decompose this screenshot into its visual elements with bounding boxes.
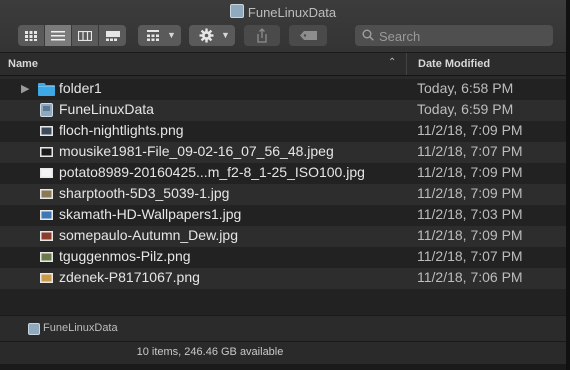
image-thumbnail-icon (40, 273, 53, 283)
list-item[interactable]: potato8989-20160425...m_f2-8_1-25_ISO100… (0, 163, 566, 184)
column-header: Name ⌃ Date Modified (0, 53, 566, 76)
file-date: 11/2/18, 7:09 PM (417, 122, 523, 138)
file-name: potato8989-20160425...m_f2-8_1-25_ISO100… (59, 164, 365, 180)
group-grid-icon (147, 30, 159, 41)
disclosure-triangle-icon[interactable]: ▶ (21, 82, 29, 95)
image-thumbnail-icon (40, 147, 53, 157)
file-date: 11/2/18, 7:07 PM (417, 143, 523, 159)
chevron-down-icon: ▼ (221, 30, 230, 40)
share-button[interactable] (244, 25, 280, 46)
file-date: 11/2/18, 7:07 PM (417, 248, 523, 264)
file-name: sharptooth-5D3_5039-1.jpg (59, 185, 230, 201)
image-thumbnail-icon (40, 210, 53, 220)
titlebar: FuneLinuxData ▼ ▼ Search (0, 0, 566, 53)
column-view-icon (78, 30, 92, 41)
file-name: floch-nightlights.png (59, 122, 184, 138)
status-bar: 10 items, 246.46 GB available (0, 342, 566, 362)
file-date: 11/2/18, 7:06 PM (417, 269, 523, 285)
share-icon (257, 28, 267, 43)
disk-image-icon (28, 323, 40, 335)
file-date: 11/2/18, 7:09 PM (417, 227, 523, 243)
file-name: FuneLinuxData (59, 101, 154, 117)
search-input[interactable] (377, 26, 551, 47)
path-bar-item[interactable]: FuneLinuxData (43, 322, 118, 334)
list-item[interactable]: ▶ folder1 Today, 6:58 PM (0, 79, 566, 100)
list-item[interactable]: sharptooth-5D3_5039-1.jpg 11/2/18, 7:09 … (0, 184, 566, 205)
list-item[interactable]: floch-nightlights.png 11/2/18, 7:09 PM (0, 121, 566, 142)
image-thumbnail-icon (40, 189, 53, 199)
file-date: 11/2/18, 7:03 PM (417, 206, 523, 222)
window-bottom-edge (0, 364, 566, 370)
search-icon (362, 29, 374, 41)
tag-icon (300, 31, 317, 40)
file-date: Today, 6:58 PM (417, 80, 514, 96)
file-name: tguggenmos-Pilz.png (59, 248, 191, 264)
file-date: 11/2/18, 7:09 PM (417, 164, 523, 180)
window-title: FuneLinuxData (0, 4, 566, 20)
file-name: somepaulo-Autumn_Dew.jpg (59, 227, 238, 243)
file-name: skamath-HD-Wallpapers1.jpg (59, 206, 242, 222)
status-text: 10 items, 246.46 GB available (136, 346, 284, 358)
group-menu-button[interactable]: ▼ (138, 25, 181, 46)
image-thumbnail-icon (40, 231, 53, 241)
list-item[interactable]: tguggenmos-Pilz.png 11/2/18, 7:07 PM (0, 247, 566, 268)
file-name: zdenek-P8171067.png (59, 269, 200, 285)
image-thumbnail-icon (40, 252, 53, 262)
chevron-down-icon: ▼ (167, 30, 176, 40)
image-thumbnail-icon (40, 168, 53, 178)
gear-icon (199, 28, 214, 43)
column-view-button[interactable] (72, 25, 99, 46)
list-item[interactable]: zdenek-P8171067.png 11/2/18, 7:06 PM (0, 268, 566, 289)
window-shadow (566, 0, 570, 370)
disk-image-icon (229, 4, 244, 18)
icon-view-button[interactable] (18, 25, 45, 46)
list-item[interactable]: FuneLinuxData Today, 6:59 PM (0, 100, 566, 121)
name-column-header[interactable]: Name (8, 58, 38, 70)
sort-ascending-icon: ⌃ (388, 57, 397, 68)
path-bar: FuneLinuxData (0, 315, 566, 342)
file-name: mousike1981-File_09-02-16_07_56_48.jpeg (59, 143, 334, 159)
gallery-view-icon (105, 30, 120, 41)
folder-icon (38, 83, 55, 96)
list-item[interactable]: skamath-HD-Wallpapers1.jpg 11/2/18, 7:03… (0, 205, 566, 226)
tag-button[interactable] (289, 25, 327, 46)
list-view-icon (51, 30, 65, 40)
column-divider[interactable] (406, 53, 407, 75)
list-item[interactable]: mousike1981-File_09-02-16_07_56_48.jpeg … (0, 142, 566, 163)
icon-view-icon (25, 30, 37, 41)
file-list: ▶ folder1 Today, 6:58 PM FuneLinuxData T… (0, 79, 566, 315)
file-date: 11/2/18, 7:09 PM (417, 185, 523, 201)
image-thumbnail-icon (40, 126, 53, 136)
search-field[interactable] (355, 25, 553, 47)
finder-window: FuneLinuxData ▼ ▼ Search Name ⌃ Date Mod… (0, 0, 567, 370)
view-mode-control (18, 25, 126, 46)
gallery-view-button[interactable] (99, 25, 126, 46)
file-name: folder1 (59, 80, 102, 96)
action-menu-button[interactable]: ▼ (189, 25, 235, 46)
date-modified-column-header[interactable]: Date Modified (418, 58, 490, 70)
list-view-button[interactable] (45, 25, 72, 46)
file-date: Today, 6:59 PM (417, 101, 514, 117)
disk-image-icon (40, 103, 53, 117)
list-item[interactable]: somepaulo-Autumn_Dew.jpg 11/2/18, 7:09 P… (0, 226, 566, 247)
